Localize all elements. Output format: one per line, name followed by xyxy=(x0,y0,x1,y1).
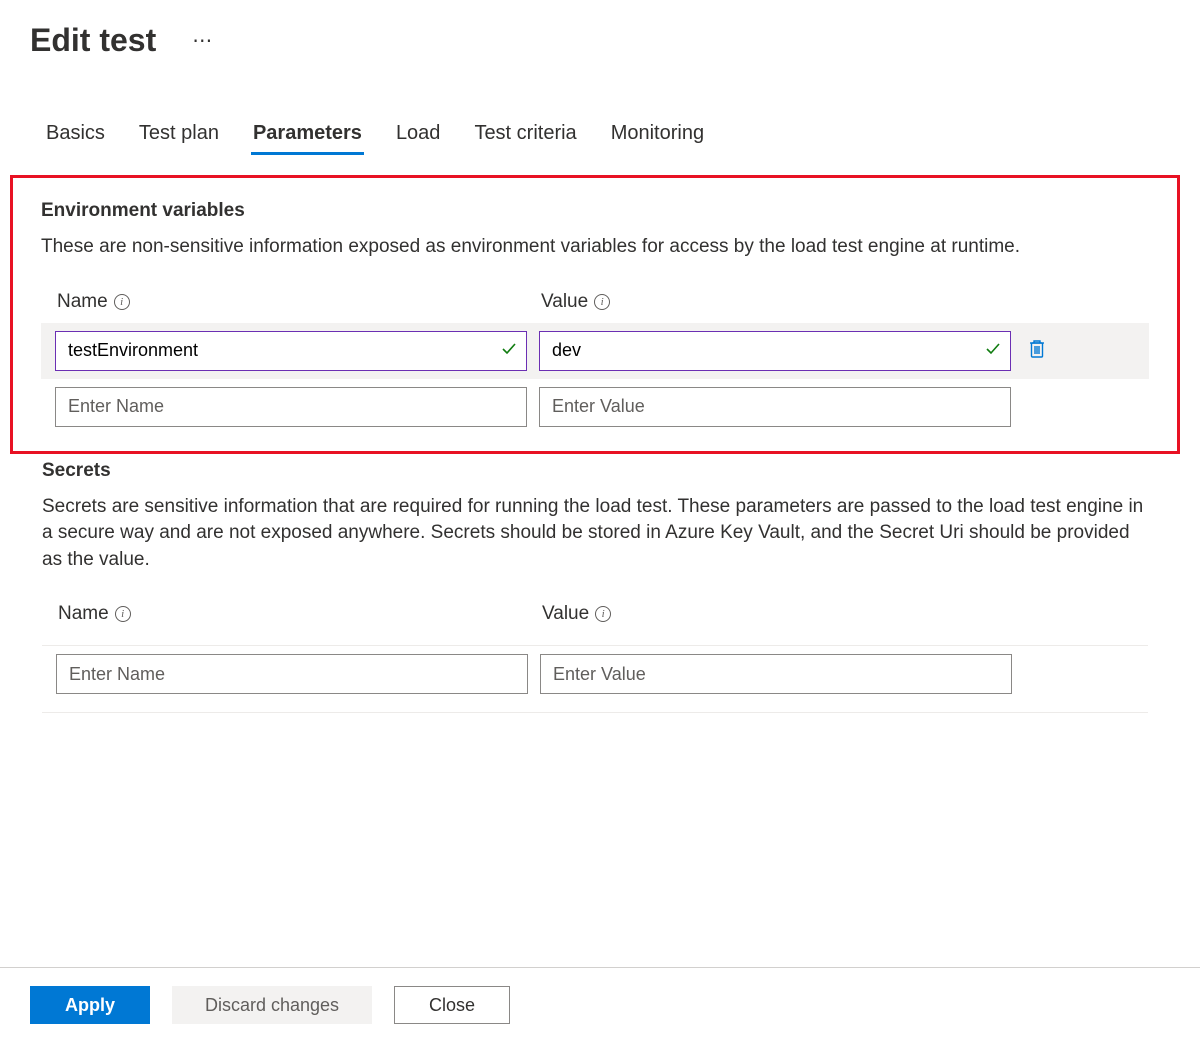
secrets-grid-header: Name i Value i xyxy=(42,603,1148,635)
info-icon[interactable]: i xyxy=(595,606,611,622)
more-actions-button[interactable]: ⋯ xyxy=(184,24,222,57)
tab-bar: Basics Test plan Parameters Load Test cr… xyxy=(44,114,1160,155)
secrets-name-column-label: Name xyxy=(58,603,109,625)
tab-parameters[interactable]: Parameters xyxy=(251,114,364,155)
tab-load[interactable]: Load xyxy=(394,114,443,155)
env-var-new-row xyxy=(41,379,1149,435)
secrets-description: Secrets are sensitive information that a… xyxy=(42,494,1148,574)
trash-icon xyxy=(1027,338,1047,363)
delete-row-button[interactable] xyxy=(1023,337,1051,365)
env-var-row xyxy=(41,323,1149,379)
env-value-input[interactable] xyxy=(539,331,1011,371)
env-value-input-empty[interactable] xyxy=(539,387,1011,427)
env-value-column-label: Value xyxy=(541,291,588,313)
footer-bar: Apply Discard changes Close xyxy=(0,967,1200,1042)
discard-changes-button[interactable]: Discard changes xyxy=(172,986,372,1024)
env-name-column-label: Name xyxy=(57,291,108,313)
tab-test-criteria[interactable]: Test criteria xyxy=(472,114,578,155)
env-vars-title: Environment variables xyxy=(41,200,1149,222)
tab-test-plan[interactable]: Test plan xyxy=(137,114,221,155)
secret-name-input[interactable] xyxy=(56,654,528,694)
apply-button[interactable]: Apply xyxy=(30,986,150,1024)
env-vars-grid-header: Name i Value i xyxy=(41,291,1149,323)
info-icon[interactable]: i xyxy=(114,294,130,310)
secrets-value-column-label: Value xyxy=(542,603,589,625)
close-button[interactable]: Close xyxy=(394,986,510,1024)
env-name-input[interactable] xyxy=(55,331,527,371)
page-title: Edit test xyxy=(30,22,156,59)
tab-monitoring[interactable]: Monitoring xyxy=(609,114,706,155)
env-vars-description: These are non-sensitive information expo… xyxy=(41,234,1149,261)
env-name-input-empty[interactable] xyxy=(55,387,527,427)
secrets-title: Secrets xyxy=(42,460,1148,482)
tab-basics[interactable]: Basics xyxy=(44,114,107,155)
info-icon[interactable]: i xyxy=(594,294,610,310)
info-icon[interactable]: i xyxy=(115,606,131,622)
secret-value-input[interactable] xyxy=(540,654,1012,694)
env-vars-highlight: Environment variables These are non-sens… xyxy=(10,175,1180,454)
secrets-new-row xyxy=(42,646,1148,702)
